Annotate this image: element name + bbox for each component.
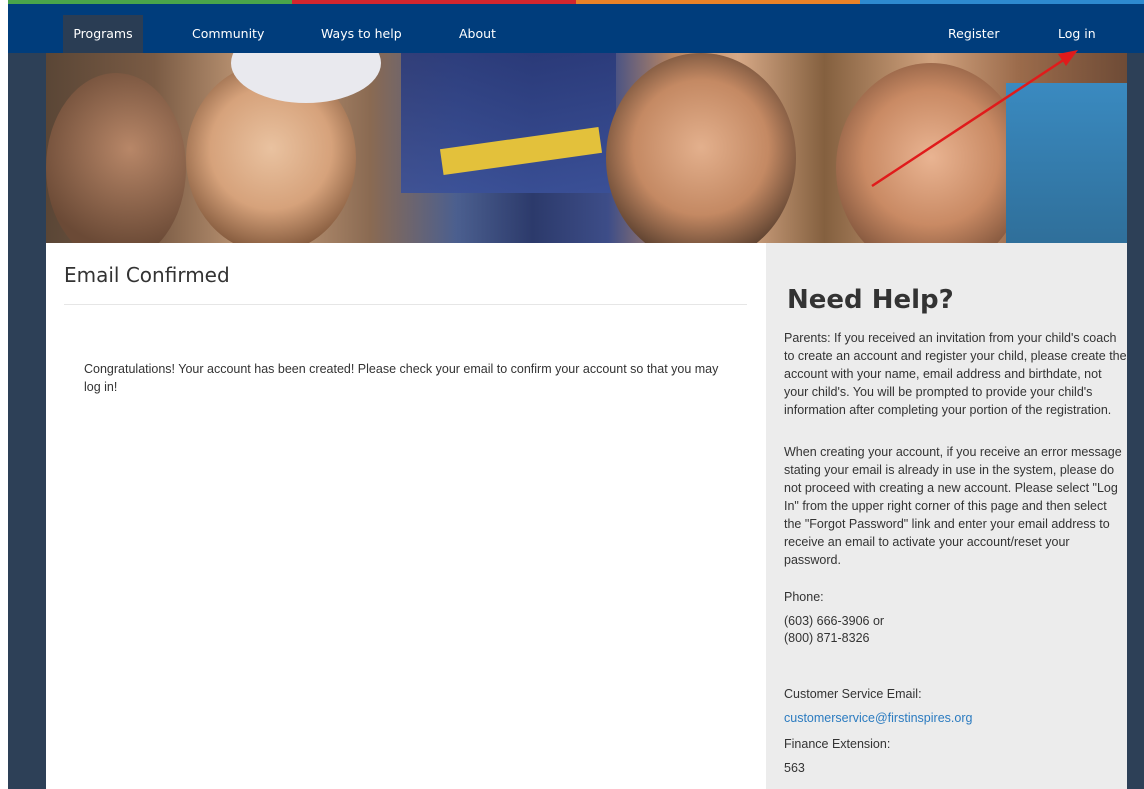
nav-item-ways-to-help[interactable]: Ways to help bbox=[321, 15, 402, 53]
login-link[interactable]: Log in bbox=[1058, 15, 1096, 53]
top-navigation: Programs Community Ways to help About Re… bbox=[8, 4, 1144, 53]
nav-item-programs[interactable]: Programs bbox=[63, 15, 143, 53]
help-sidebar: Need Help? Parents: If you received an i… bbox=[766, 243, 1127, 789]
title-divider bbox=[64, 304, 747, 305]
nav-item-community[interactable]: Community bbox=[192, 15, 264, 53]
page-title: Email Confirmed bbox=[64, 263, 230, 287]
email-label: Customer Service Email: bbox=[784, 687, 922, 701]
customer-service-email-link[interactable]: customerservice@firstinspires.org bbox=[784, 709, 972, 727]
main-content: Email Confirmed Congratulations! Your ac… bbox=[46, 243, 766, 789]
help-title: Need Help? bbox=[787, 285, 954, 315]
hero-banner-image bbox=[46, 53, 1127, 243]
phone-number-1: (603) 666-3906 or bbox=[784, 614, 885, 628]
register-link[interactable]: Register bbox=[948, 15, 999, 53]
phone-label: Phone: bbox=[784, 590, 824, 604]
help-paragraph-parents: Parents: If you received an invitation f… bbox=[784, 331, 1127, 417]
confirmation-message: Congratulations! Your account has been c… bbox=[84, 362, 719, 394]
finance-label: Finance Extension: bbox=[784, 737, 891, 751]
help-paragraph-existing-email: When creating your account, if you recei… bbox=[784, 445, 1122, 567]
phone-number-2: (800) 871-8326 bbox=[784, 631, 870, 645]
finance-extension: 563 bbox=[784, 761, 805, 775]
nav-item-about[interactable]: About bbox=[459, 15, 496, 53]
